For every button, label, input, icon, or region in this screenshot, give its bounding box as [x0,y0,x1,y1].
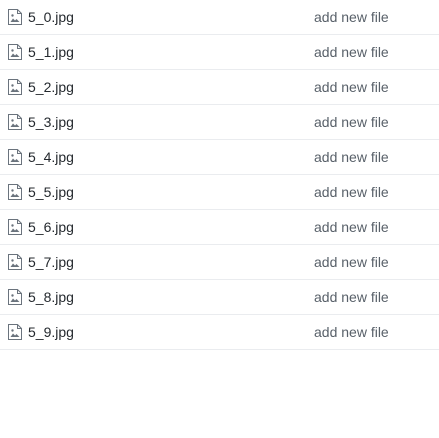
file-name-link[interactable]: 5_3.jpg [28,113,74,131]
commit-message[interactable]: add new file [314,218,389,236]
commit-message[interactable]: add new file [314,323,389,341]
file-name-link[interactable]: 5_9.jpg [28,323,74,341]
file-row[interactable]: 5_2.jpg add new file [0,70,439,105]
file-name-link[interactable]: 5_8.jpg [28,288,74,306]
file-image-icon [8,184,22,200]
file-image-icon [8,114,22,130]
file-image-icon [8,219,22,235]
file-image-icon [8,254,22,270]
file-row[interactable]: 5_6.jpg add new file [0,210,439,245]
file-row[interactable]: 5_0.jpg add new file [0,0,439,35]
commit-message[interactable]: add new file [314,43,389,61]
commit-message[interactable]: add new file [314,183,389,201]
file-row[interactable]: 5_3.jpg add new file [0,105,439,140]
file-name-link[interactable]: 5_2.jpg [28,78,74,96]
commit-message[interactable]: add new file [314,8,389,26]
file-name-link[interactable]: 5_1.jpg [28,43,74,61]
file-row[interactable]: 5_8.jpg add new file [0,280,439,315]
commit-message[interactable]: add new file [314,288,389,306]
file-image-icon [8,324,22,340]
file-row[interactable]: 5_1.jpg add new file [0,35,439,70]
file-row[interactable]: 5_7.jpg add new file [0,245,439,280]
file-row[interactable]: 5_4.jpg add new file [0,140,439,175]
file-image-icon [8,149,22,165]
file-row[interactable]: 5_9.jpg add new file [0,315,439,350]
file-image-icon [8,44,22,60]
commit-message[interactable]: add new file [314,78,389,96]
file-row[interactable]: 5_5.jpg add new file [0,175,439,210]
file-image-icon [8,289,22,305]
file-name-link[interactable]: 5_6.jpg [28,218,74,236]
file-name-link[interactable]: 5_0.jpg [28,8,74,26]
commit-message[interactable]: add new file [314,113,389,131]
file-name-link[interactable]: 5_7.jpg [28,253,74,271]
file-list: 5_0.jpg add new file 5_1.jpg add new fil… [0,0,439,350]
commit-message[interactable]: add new file [314,253,389,271]
commit-message[interactable]: add new file [314,148,389,166]
file-name-link[interactable]: 5_4.jpg [28,148,74,166]
file-name-link[interactable]: 5_5.jpg [28,183,74,201]
file-image-icon [8,9,22,25]
file-image-icon [8,79,22,95]
